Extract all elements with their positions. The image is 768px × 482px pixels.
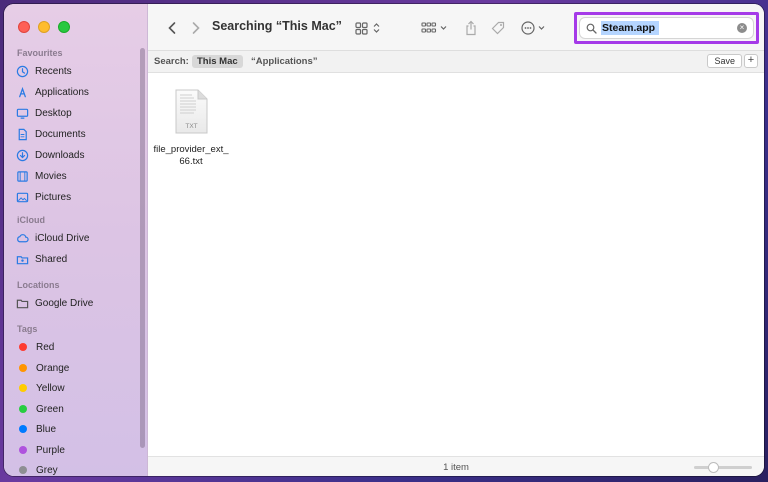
close-window-button[interactable]: [18, 21, 30, 33]
finder-window: Favourites Recents Applications Desktop …: [4, 4, 764, 476]
sidebar-tag-blue[interactable]: Blue: [16, 420, 56, 438]
sidebar-item-applications[interactable]: Applications: [16, 83, 89, 101]
applications-icon: [19, 86, 26, 97]
search-field[interactable]: ×: [579, 17, 754, 39]
sidebar: Favourites Recents Applications Desktop …: [4, 4, 148, 476]
file-item[interactable]: TXT file_provider_ext_ 66.txt: [151, 89, 231, 168]
shared-folder-icon: [16, 255, 29, 264]
sidebar-item-label: Pictures: [35, 191, 72, 203]
tag-color-dot: [19, 446, 27, 454]
sidebar-item-documents[interactable]: Documents: [16, 125, 86, 143]
tag-color-dot: [19, 425, 27, 433]
photo-icon: [16, 192, 29, 202]
scope-label: Search:: [154, 56, 189, 67]
cloud-icon: [17, 233, 29, 242]
sidebar-item-label: Red: [36, 341, 55, 353]
sidebar-item-movies[interactable]: Movies: [16, 167, 67, 185]
tags-button[interactable]: [489, 18, 507, 38]
tag-color-dot: [19, 343, 27, 351]
scope-applications-button[interactable]: “Applications”: [246, 55, 323, 68]
sidebar-section-locations: Locations: [17, 280, 60, 290]
sidebar-item-label: Green: [36, 403, 64, 415]
sidebar-tag-red[interactable]: Red: [16, 338, 54, 356]
file-name-line: file_provider_ext_: [153, 144, 229, 155]
share-icon: [466, 20, 476, 36]
sidebar-section-tags: Tags: [17, 324, 38, 334]
back-button[interactable]: [162, 18, 182, 38]
search-results: TXT file_provider_ext_ 66.txt: [148, 73, 764, 456]
file-type-badge: TXT: [185, 123, 197, 130]
search-input[interactable]: [601, 21, 659, 35]
search-scope-bar: Search: This Mac “Applications” Save +: [148, 51, 764, 73]
zoom-window-button[interactable]: [58, 21, 70, 33]
sidebar-item-label: Downloads: [35, 149, 85, 161]
window-controls: [18, 21, 70, 33]
clear-search-icon[interactable]: ×: [737, 23, 747, 33]
sidebar-tag-green[interactable]: Green: [16, 400, 64, 418]
sidebar-item-google-drive[interactable]: Google Drive: [16, 294, 93, 312]
download-icon: [16, 149, 29, 161]
forward-button[interactable]: [186, 18, 206, 38]
scope-this-mac-button[interactable]: This Mac: [192, 55, 243, 68]
sidebar-item-pictures[interactable]: Pictures: [16, 188, 71, 206]
sidebar-item-label: Movies: [35, 170, 67, 182]
sidebar-item-label: Documents: [35, 128, 86, 140]
sidebar-item-desktop[interactable]: Desktop: [16, 104, 72, 122]
icon-size-slider[interactable]: [694, 462, 752, 473]
text-file-icon: TXT: [175, 89, 208, 134]
tag-icon: [491, 21, 505, 35]
add-criteria-button[interactable]: +: [744, 54, 758, 68]
group-grid-icon: [421, 22, 447, 33]
action-menu-button[interactable]: [520, 18, 550, 38]
window-title: Searching “This Mac”: [212, 19, 342, 33]
file-name-line: 66.txt: [179, 156, 203, 167]
sidebar-section-icloud: iCloud: [17, 215, 45, 225]
item-count: 1 item: [443, 462, 469, 473]
desktop-icon: [16, 108, 29, 119]
film-icon: [17, 170, 28, 182]
sidebar-tag-yellow[interactable]: Yellow: [16, 379, 65, 397]
tag-color-dot: [19, 384, 27, 392]
document-icon: [18, 128, 27, 140]
status-bar: 1 item: [148, 456, 764, 476]
sidebar-item-label: Orange: [36, 362, 70, 374]
search-icon: [586, 23, 597, 34]
folder-icon: [16, 299, 29, 308]
view-mode-button[interactable]: [354, 18, 384, 38]
clock-icon: [16, 65, 29, 77]
sidebar-item-label: Shared: [35, 253, 68, 265]
tag-color-dot: [19, 364, 27, 372]
save-search-button[interactable]: Save: [707, 54, 742, 68]
sidebar-item-label: Applications: [35, 86, 89, 98]
sidebar-item-label: Desktop: [35, 107, 72, 119]
tag-color-dot: [19, 405, 27, 413]
sidebar-item-label: Yellow: [36, 382, 65, 394]
sidebar-item-label: Blue: [36, 423, 57, 435]
sidebar-item-label: iCloud Drive: [35, 232, 90, 244]
sidebar-scrollbar[interactable]: [140, 48, 145, 448]
icon-grid-icon: [355, 22, 380, 35]
sidebar-item-downloads[interactable]: Downloads: [16, 146, 84, 164]
sidebar-tag-orange[interactable]: Orange: [16, 359, 69, 377]
sidebar-item-label: Purple: [36, 444, 65, 456]
sidebar-tag-grey[interactable]: Grey: [16, 461, 58, 476]
chevron-left-icon: [168, 22, 176, 34]
share-button[interactable]: [462, 18, 480, 38]
toolbar: Searching “This Mac” ×: [148, 4, 764, 51]
more-options-icon: [521, 21, 545, 35]
chevron-right-icon: [192, 22, 200, 34]
sidebar-item-label: Google Drive: [35, 297, 94, 309]
sidebar-item-icloud-drive[interactable]: iCloud Drive: [16, 229, 89, 247]
sidebar-item-label: Grey: [36, 464, 58, 476]
sidebar-section-favourites: Favourites: [17, 48, 63, 58]
tag-color-dot: [19, 466, 27, 474]
sidebar-item-recents[interactable]: Recents: [16, 62, 72, 80]
sidebar-item-label: Recents: [35, 65, 72, 77]
sidebar-tag-purple[interactable]: Purple: [16, 441, 65, 459]
sidebar-item-shared[interactable]: Shared: [16, 250, 67, 268]
file-name: file_provider_ext_ 66.txt: [151, 144, 231, 168]
minimize-window-button[interactable]: [38, 21, 50, 33]
group-by-button[interactable]: [420, 18, 450, 38]
